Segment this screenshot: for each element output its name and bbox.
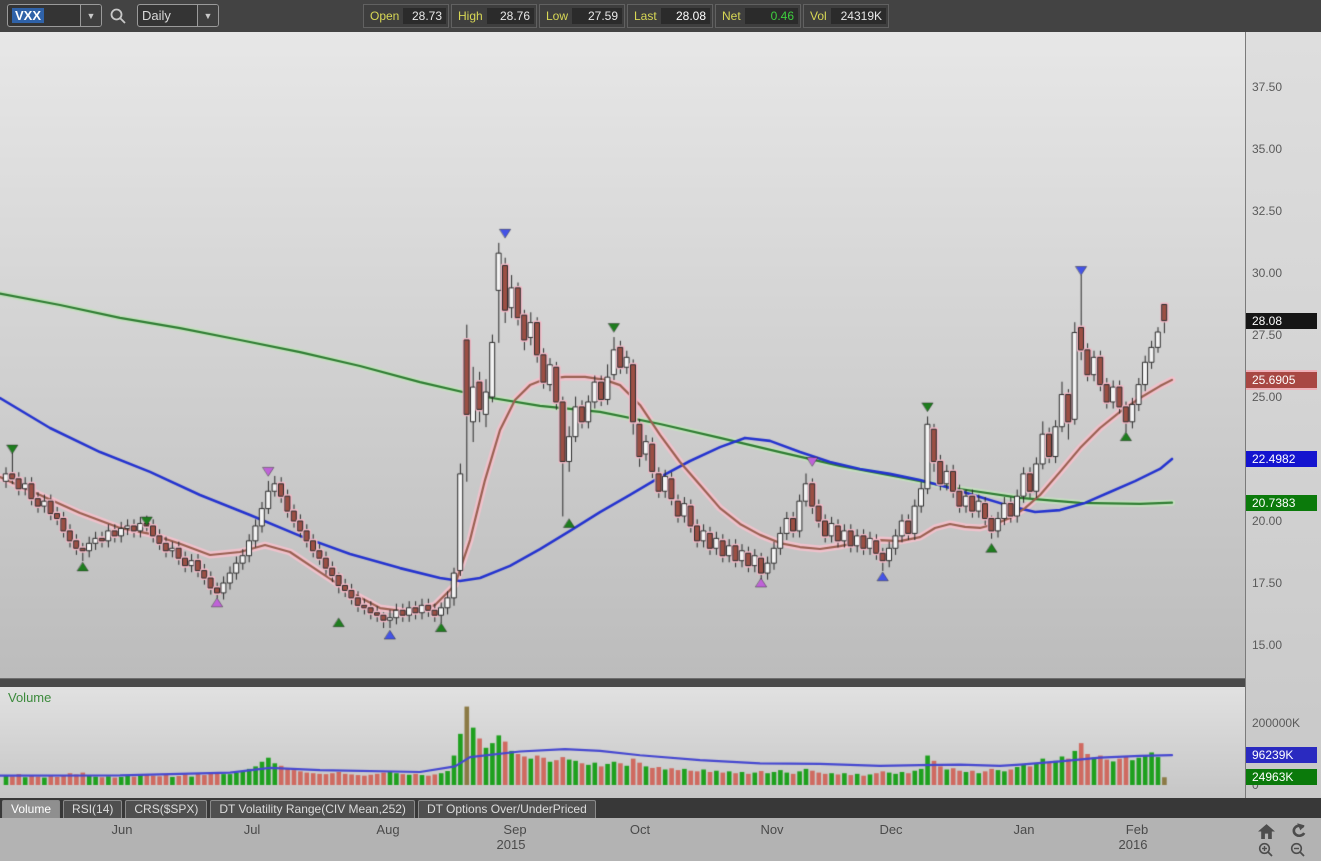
zoom-in-icon xyxy=(1258,842,1274,858)
month-label: Aug xyxy=(376,822,399,837)
month-label: Dec xyxy=(879,822,902,837)
zoom-out-button[interactable] xyxy=(1290,842,1308,858)
time-axis-band[interactable]: Jun Jul Aug Sep Oct Nov Dec Jan Feb 2015 2016 xyxy=(0,818,1321,861)
undo-arrow-icon xyxy=(1290,823,1307,839)
month-label: Sep xyxy=(503,822,526,837)
quote-bar: Open 28.73 High 28.76 Low 27.59 Last 28.08 Net 0.… xyxy=(363,4,889,28)
price-tick-label: 15.00 xyxy=(1252,638,1282,652)
quote-label: Vol xyxy=(804,9,827,23)
month-label: Jun xyxy=(112,822,133,837)
quote-label: Net xyxy=(716,9,741,23)
home-button[interactable] xyxy=(1258,824,1276,840)
month-label: Feb xyxy=(1126,822,1148,837)
quote-label: Low xyxy=(540,9,568,23)
interval-combobox[interactable]: Daily ▼ xyxy=(137,4,219,27)
quote-label: Open xyxy=(364,9,399,23)
quote-value: 27.59 xyxy=(572,8,622,24)
price-tick-label: 25.00 xyxy=(1252,390,1282,404)
tab-rsi-14-[interactable]: RSI(14) xyxy=(63,800,122,818)
quote-field-open: Open 28.73 xyxy=(363,4,449,28)
tab-dt-volatility-range-civ-mean-252-[interactable]: DT Volatility Range(CIV Mean,252) xyxy=(210,800,415,818)
symbol-combobox[interactable]: VXX ▼ xyxy=(7,4,102,27)
price-tick-label: 30.00 xyxy=(1252,266,1282,280)
quote-value: 28.08 xyxy=(661,8,710,24)
quote-field-vol: Vol 24319K xyxy=(803,4,889,28)
quote-value: 24319K xyxy=(831,8,886,24)
volume-chart-canvas[interactable] xyxy=(0,687,1245,798)
year-label: 2016 xyxy=(1119,837,1148,852)
volume-badge: 24963K xyxy=(1246,769,1317,785)
top-toolbar: VXX ▼ Daily ▼ Open 28.73 High 28.76 Low 27.59… xyxy=(0,0,1321,33)
quote-label: High xyxy=(452,9,483,23)
quote-field-high: High 28.76 xyxy=(451,4,537,28)
price-tick-label: 20.00 xyxy=(1252,514,1282,528)
volume-tick-label: 200000K xyxy=(1252,716,1300,730)
undo-button[interactable] xyxy=(1290,823,1308,839)
zoom-out-icon xyxy=(1290,842,1306,858)
year-label: 2015 xyxy=(497,837,526,852)
price-tick-label: 27.50 xyxy=(1252,328,1282,342)
tab-volume[interactable]: Volume xyxy=(2,800,60,818)
zoom-in-button[interactable] xyxy=(1258,842,1276,858)
quote-value: 0.46 xyxy=(745,8,798,24)
symbol-value: VXX xyxy=(12,8,44,23)
volume-pane-title: Volume xyxy=(8,690,51,705)
price-tick-label: 37.50 xyxy=(1252,80,1282,94)
home-icon xyxy=(1258,824,1275,839)
price-badge: 28.08 xyxy=(1246,313,1317,329)
price-tick-label: 17.50 xyxy=(1252,576,1282,590)
interval-value: Daily xyxy=(138,5,197,26)
quote-field-last: Last 28.08 xyxy=(627,4,713,28)
month-label: Nov xyxy=(760,822,783,837)
tab-crs-spx-[interactable]: CRS($SPX) xyxy=(125,800,207,818)
month-label: Jul xyxy=(244,822,261,837)
pane-splitter[interactable] xyxy=(0,678,1321,687)
tab-dt-options-over-underpriced[interactable]: DT Options Over/UnderPriced xyxy=(418,800,596,818)
price-tick-label: 35.00 xyxy=(1252,142,1282,156)
quote-field-net: Net 0.46 xyxy=(715,4,801,28)
search-icon xyxy=(108,6,128,26)
chart-app: VXX ▼ Daily ▼ Open 28.73 High 28.76 Low 27.59… xyxy=(0,0,1321,861)
quote-field-low: Low 27.59 xyxy=(539,4,625,28)
symbol-dropdown-arrow-icon[interactable]: ▼ xyxy=(80,5,101,26)
month-label: Jan xyxy=(1014,822,1035,837)
search-button[interactable] xyxy=(108,6,128,26)
indicator-tab-bar: VolumeRSI(14)CRS($SPX)DT Volatility Rang… xyxy=(0,798,1321,818)
price-chart-canvas[interactable] xyxy=(0,32,1245,678)
price-badge: 25.6905 xyxy=(1246,372,1317,388)
price-badge: 20.7383 xyxy=(1246,495,1317,511)
volume-badge: 96239K xyxy=(1246,747,1317,763)
symbol-input[interactable]: VXX xyxy=(8,5,80,26)
month-label: Oct xyxy=(630,822,650,837)
interval-dropdown-arrow-icon[interactable]: ▼ xyxy=(197,5,218,26)
price-axis-pane[interactable]: 37.50 35.00 32.50 30.00 27.50 25.00 20.00 17.50… xyxy=(1245,32,1321,798)
quote-value: 28.73 xyxy=(403,8,446,24)
price-badge: 22.4982 xyxy=(1246,451,1317,467)
quote-value: 28.76 xyxy=(487,8,534,24)
quote-label: Last xyxy=(628,9,657,23)
price-tick-label: 32.50 xyxy=(1252,204,1282,218)
